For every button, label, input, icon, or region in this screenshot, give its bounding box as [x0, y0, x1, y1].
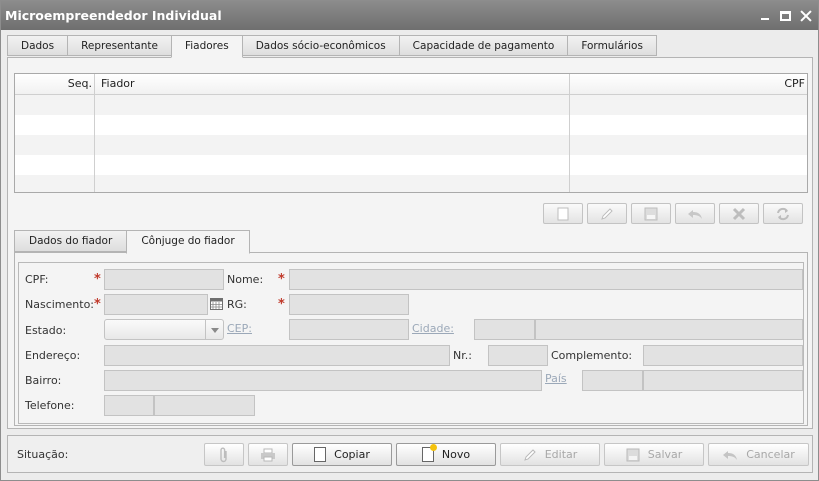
table-row[interactable] [15, 135, 807, 155]
tab-representante[interactable]: Representante [67, 35, 172, 56]
required-marker: * [278, 297, 285, 312]
cancelar-button[interactable]: Cancelar [708, 443, 809, 466]
cep-field[interactable] [289, 319, 409, 340]
fiador-subtabs: Dados do fiador Cônjuge do fiador [14, 230, 250, 254]
salvar-label: Salvar [647, 448, 683, 461]
floppy-icon [644, 207, 658, 220]
save-record-button[interactable] [631, 203, 671, 224]
document-icon [557, 207, 569, 220]
editar-label: Editar [544, 448, 578, 461]
required-marker: * [94, 297, 101, 312]
tab-dados[interactable]: Dados [7, 35, 69, 56]
rg-label: RG: [227, 298, 247, 311]
complemento-label: Complemento: [551, 349, 633, 362]
undo-record-button[interactable] [675, 203, 715, 224]
required-marker: * [94, 272, 101, 287]
telefone-number-field[interactable] [154, 395, 255, 416]
column-divider [94, 74, 95, 192]
edit-record-button[interactable] [587, 203, 627, 224]
table-row[interactable] [15, 155, 807, 175]
telefone-label: Telefone: [25, 399, 75, 412]
window: Microempreendedor Individual Dados Repre… [0, 0, 819, 481]
title-bar: Microempreendedor Individual [1, 1, 818, 30]
bairro-label: Bairro: [25, 374, 62, 387]
pais-link[interactable]: País [545, 372, 567, 385]
required-marker: * [278, 272, 285, 287]
novo-button[interactable]: Novo [396, 443, 496, 466]
tab-dados-socio-economicos[interactable]: Dados sócio-econômicos [241, 35, 400, 56]
close-icon[interactable] [800, 10, 812, 22]
chevron-down-icon[interactable] [205, 320, 223, 339]
column-header-fiador[interactable]: Fiador [101, 74, 135, 94]
main-tabs: Dados Representante Fiadores Dados sócio… [7, 35, 657, 58]
conjuge-panel: CPF: * Nome: * Nascimento: * RG: * Estad… [14, 252, 808, 426]
tab-fiadores[interactable]: Fiadores [170, 35, 243, 58]
cidade-link[interactable]: Cidade: [412, 322, 454, 335]
telefone-ddd-field[interactable] [104, 395, 154, 416]
cpf-label: CPF: [25, 273, 49, 286]
refresh-icon [777, 207, 789, 220]
pencil-icon [601, 207, 613, 220]
copiar-button[interactable]: Copiar [292, 443, 392, 466]
table-row[interactable] [15, 115, 807, 135]
copy-document-icon [314, 447, 327, 462]
minimize-icon[interactable] [759, 10, 771, 22]
complemento-field[interactable] [643, 345, 803, 366]
paperclip-icon [220, 447, 227, 462]
delete-x-icon [732, 207, 746, 220]
pais-code-field[interactable] [582, 370, 643, 391]
cep-link[interactable]: CEP: [227, 322, 252, 335]
nascimento-label: Nascimento: [25, 298, 95, 311]
conjuge-form: CPF: * Nome: * Nascimento: * RG: * Estad… [18, 262, 804, 424]
estado-select[interactable] [104, 319, 224, 340]
rg-field[interactable] [289, 294, 409, 315]
salvar-button[interactable]: Salvar [604, 443, 704, 466]
situacao-label: Situação: [17, 448, 69, 461]
column-divider [569, 74, 570, 192]
endereco-label: Endereço: [25, 349, 81, 362]
floppy-icon [626, 448, 640, 461]
window-title: Microempreendedor Individual [5, 8, 222, 23]
maximize-icon[interactable] [780, 10, 791, 21]
column-header-cpf[interactable]: CPF [784, 74, 805, 94]
editar-button[interactable]: Editar [500, 443, 600, 466]
pencil-icon [523, 448, 536, 461]
nascimento-field[interactable] [104, 294, 208, 315]
refresh-record-button[interactable] [763, 203, 803, 224]
fiadores-table[interactable]: Seq. Fiador CPF [14, 73, 808, 193]
printer-icon [261, 448, 275, 461]
undo-icon [723, 450, 738, 460]
table-row[interactable] [15, 175, 807, 192]
bairro-field[interactable] [104, 370, 542, 391]
endereco-field[interactable] [104, 345, 450, 366]
new-record-button[interactable] [543, 203, 583, 224]
novo-label: Novo [441, 448, 471, 461]
cidade-code-field[interactable] [474, 319, 535, 340]
bottom-bar: Situação: Copiar Novo Editar Salvar Canc… [7, 435, 813, 473]
nome-label: Nome: [227, 273, 264, 286]
tab-conjuge-do-fiador[interactable]: Cônjuge do fiador [126, 230, 250, 254]
estado-label: Estado: [25, 324, 67, 337]
nome-field[interactable] [289, 269, 803, 290]
delete-record-button[interactable] [719, 203, 759, 224]
cidade-name-field[interactable] [535, 319, 803, 340]
cpf-field[interactable] [104, 269, 224, 290]
column-header-seq[interactable]: Seq. [15, 74, 92, 94]
pais-name-field[interactable] [643, 370, 803, 391]
undo-icon [688, 209, 702, 219]
tab-capacidade-de-pagamento[interactable]: Capacidade de pagamento [398, 35, 569, 56]
numero-field[interactable] [488, 345, 548, 366]
fiadores-panel: Seq. Fiador CPF Dados do fiador Cônjuge … [7, 57, 813, 429]
nr-label: Nr.: [453, 349, 472, 362]
print-button[interactable] [248, 443, 288, 466]
tab-dados-do-fiador[interactable]: Dados do fiador [14, 230, 128, 252]
cancelar-label: Cancelar [746, 448, 795, 461]
table-header: Seq. Fiador CPF [15, 74, 807, 95]
new-document-icon [421, 444, 437, 462]
copiar-label: Copiar [334, 448, 370, 461]
calendar-icon[interactable] [210, 298, 223, 310]
tab-formularios[interactable]: Formulários [567, 35, 657, 56]
table-row[interactable] [15, 95, 807, 115]
attach-button[interactable] [204, 443, 244, 466]
